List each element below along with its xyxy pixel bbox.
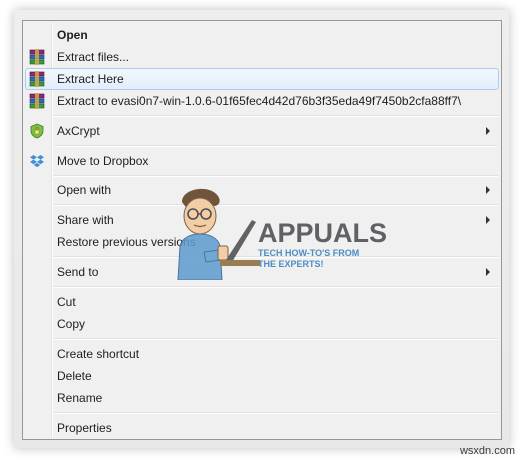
menu-item-label: Cut xyxy=(57,295,76,309)
watermark-subtitle: TECH HOW-TO'S FROM THE EXPERTS! xyxy=(258,248,359,270)
watermark-subtitle-line1: TECH HOW-TO'S FROM xyxy=(258,248,360,258)
menu-item-label: Extract Here xyxy=(57,72,124,86)
winrar-icon xyxy=(29,71,45,87)
menu-item-properties[interactable]: Properties xyxy=(25,417,499,439)
menu-item-extract-to[interactable]: Extract to evasi0n7-win-1.0.6-01f65fec4d… xyxy=(25,90,499,112)
menu-item-label: Extract to evasi0n7-win-1.0.6-01f65fec4d… xyxy=(57,94,462,108)
submenu-arrow-icon xyxy=(486,127,490,135)
menu-item-extract-here[interactable]: Extract Here xyxy=(25,68,499,90)
submenu-arrow-icon xyxy=(486,186,490,194)
menu-item-move-to-dropbox[interactable]: Move to Dropbox xyxy=(25,150,499,172)
menu-separator xyxy=(54,115,498,117)
watermark-title: APPUALS xyxy=(258,218,388,248)
menu-item-label: Properties xyxy=(57,421,112,435)
menu-item-label: Share with xyxy=(57,213,114,227)
menu-separator xyxy=(54,286,498,288)
appuals-watermark: APPUALS TECH HOW-TO'S FROM THE EXPERTS! xyxy=(160,180,387,280)
menu-item-create-shortcut[interactable]: Create shortcut xyxy=(25,343,499,365)
menu-item-label: Copy xyxy=(57,317,86,331)
menu-item-open[interactable]: Open xyxy=(25,24,499,46)
menu-item-copy[interactable]: Copy xyxy=(25,313,499,335)
menu-item-axcrypt[interactable]: AxCrypt xyxy=(25,120,499,142)
menu-separator xyxy=(54,145,498,147)
appuals-mascot-icon xyxy=(177,188,260,280)
submenu-arrow-icon xyxy=(486,216,490,224)
menu-item-label: Send to xyxy=(57,265,99,279)
menu-item-label: Create shortcut xyxy=(57,347,140,361)
menu-item-label: Extract files... xyxy=(57,50,130,64)
menu-item-extract-files[interactable]: Extract files... xyxy=(25,46,499,68)
menu-item-cut[interactable]: Cut xyxy=(25,291,499,313)
menu-item-label: Move to Dropbox xyxy=(57,154,149,168)
menu-separator xyxy=(54,338,498,340)
winrar-icon xyxy=(29,93,45,109)
submenu-arrow-icon xyxy=(486,268,490,276)
dropbox-icon xyxy=(29,153,45,169)
site-credit: wsxdn.com xyxy=(459,445,515,457)
menu-item-label: AxCrypt xyxy=(57,124,100,138)
axcrypt-shield-icon xyxy=(29,123,45,139)
menu-item-label: Rename xyxy=(57,391,103,405)
menu-item-label: Delete xyxy=(57,369,92,383)
menu-separator xyxy=(54,175,498,177)
menu-item-label: Open xyxy=(57,28,88,42)
watermark-subtitle-line2: THE EXPERTS! xyxy=(258,259,324,269)
winrar-icon xyxy=(29,49,45,65)
menu-item-label: Open with xyxy=(57,183,112,197)
menu-item-delete[interactable]: Delete xyxy=(25,365,499,387)
menu-separator xyxy=(54,412,498,414)
menu-item-rename[interactable]: Rename xyxy=(25,387,499,409)
